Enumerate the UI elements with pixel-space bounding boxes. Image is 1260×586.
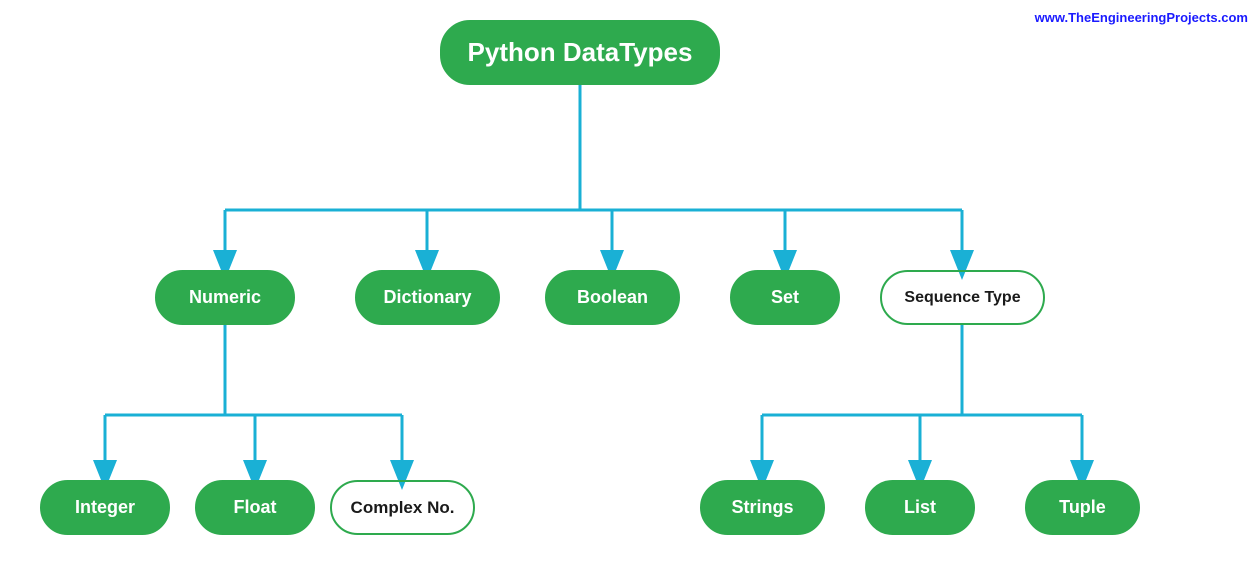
node-complex: Complex No. xyxy=(330,480,475,535)
node-strings: Strings xyxy=(700,480,825,535)
node-float: Float xyxy=(195,480,315,535)
node-sequence: Sequence Type xyxy=(880,270,1045,325)
node-root: Python DataTypes xyxy=(440,20,720,85)
diagram: www.TheEngineeringProjects.com Python Da… xyxy=(0,0,1260,586)
node-boolean: Boolean xyxy=(545,270,680,325)
node-numeric: Numeric xyxy=(155,270,295,325)
watermark: www.TheEngineeringProjects.com xyxy=(1035,10,1248,25)
node-tuple: Tuple xyxy=(1025,480,1140,535)
node-set: Set xyxy=(730,270,840,325)
node-list: List xyxy=(865,480,975,535)
node-dictionary: Dictionary xyxy=(355,270,500,325)
node-integer: Integer xyxy=(40,480,170,535)
